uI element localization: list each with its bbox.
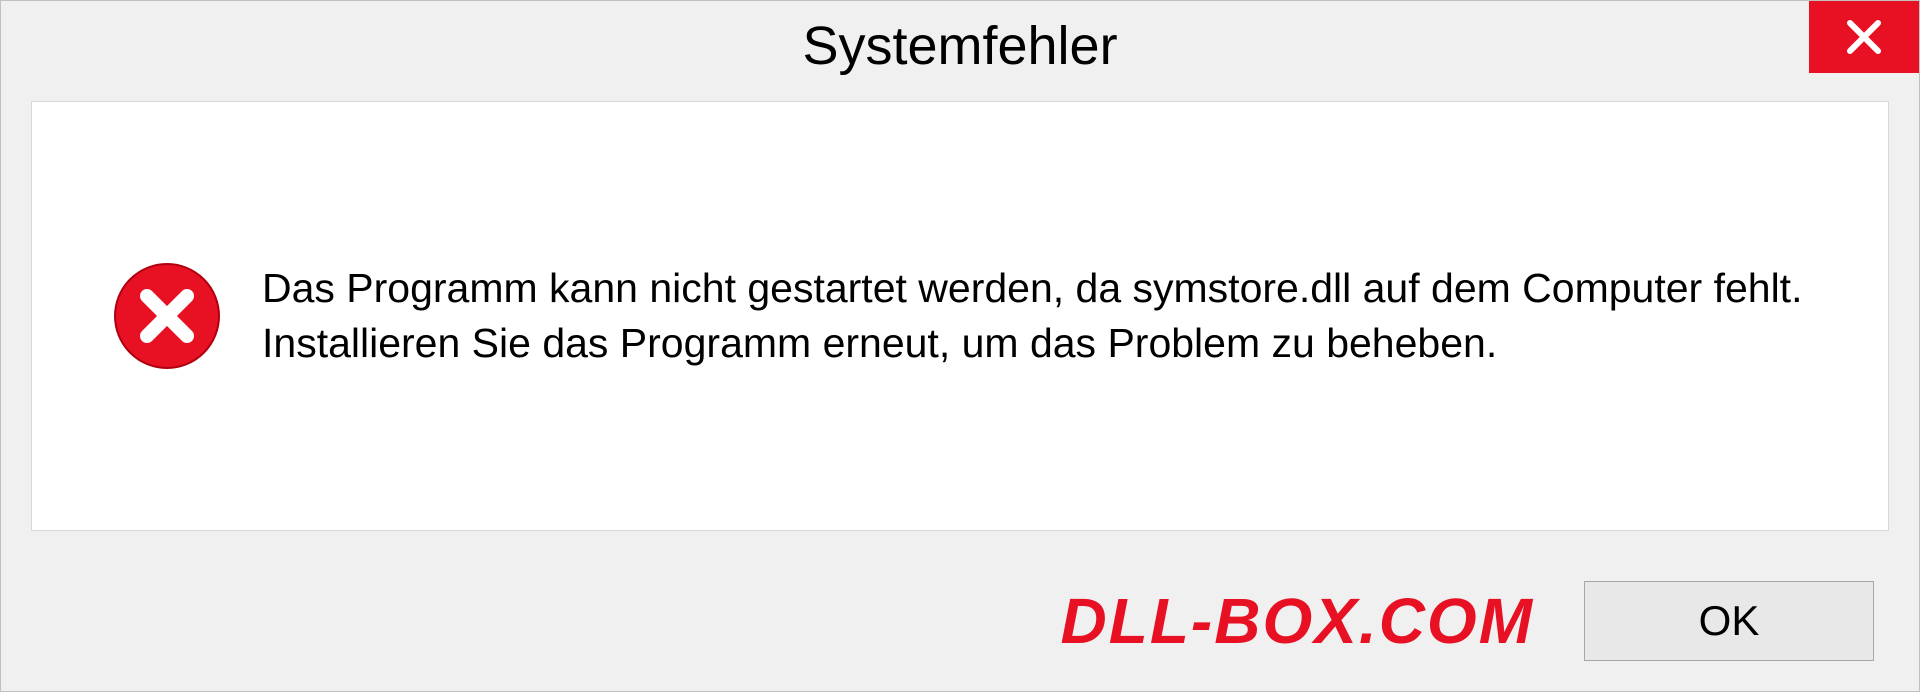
dialog-footer: DLL-BOX.COM OK [1, 551, 1919, 691]
error-message: Das Programm kann nicht gestartet werden… [262, 261, 1808, 372]
ok-button[interactable]: OK [1584, 581, 1874, 661]
dialog-title: Systemfehler [802, 15, 1117, 77]
close-button[interactable] [1809, 1, 1919, 73]
titlebar: Systemfehler [1, 1, 1919, 91]
watermark-text: DLL-BOX.COM [1061, 584, 1535, 658]
content-panel: Das Programm kann nicht gestartet werden… [31, 101, 1889, 531]
close-icon [1844, 17, 1884, 57]
error-icon [112, 261, 222, 371]
error-dialog: Systemfehler Das Programm kann nicht ges… [0, 0, 1920, 692]
